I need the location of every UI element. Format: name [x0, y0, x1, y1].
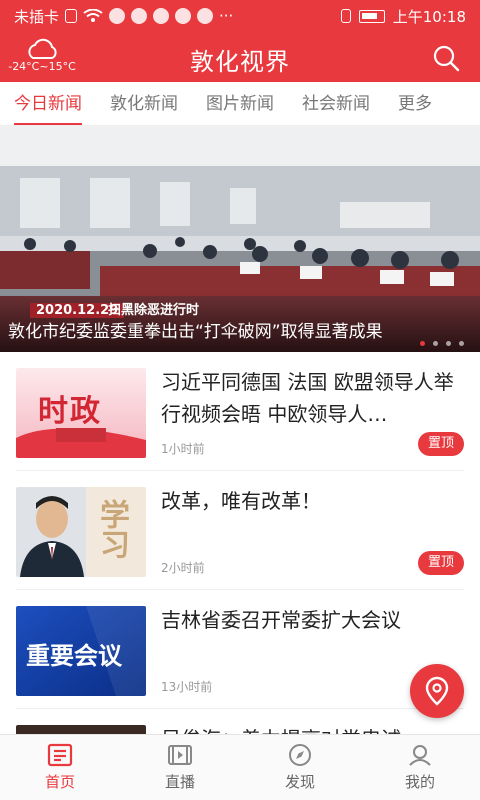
nav-live-label: 直播	[164, 773, 195, 791]
tab-photo-news[interactable]: 图片新闻	[192, 82, 288, 125]
news-item[interactable]: 时政 习近平同德国 法国 欧盟领导人举行视频会晤 中欧领导人… 1小时前 置顶	[16, 352, 464, 471]
news-thumbnail	[16, 725, 146, 734]
thumbnail-label: 时政	[38, 394, 102, 429]
nav-home[interactable]: 首页	[0, 735, 120, 800]
carousel-dot[interactable]	[459, 341, 464, 346]
tab-dunhua-news[interactable]: 敦化新闻	[96, 82, 192, 125]
status-left: 未插卡 ···	[14, 6, 233, 27]
vibrate-icon	[340, 9, 351, 23]
compass-icon	[289, 744, 311, 766]
nav-discover-label: 发现	[284, 773, 315, 791]
nav-profile[interactable]: 我的	[360, 735, 480, 800]
news-item[interactable]: 重要会议 吉林省委召开常委扩大会议 13小时前	[16, 590, 464, 709]
more-notifications-icon: ···	[219, 7, 234, 25]
app-notification-icon	[131, 8, 148, 24]
news-time: 1小时前	[161, 442, 205, 456]
live-icon	[168, 745, 192, 765]
app-notification-icon	[153, 8, 170, 24]
news-thumbnail: 学习	[16, 487, 146, 577]
tab-social-news[interactable]: 社会新闻	[288, 82, 384, 125]
news-time: 2小时前	[161, 561, 205, 575]
banner-subtitle: 扫黑除恶进行时	[108, 303, 200, 318]
carrier-text: 未插卡	[14, 7, 60, 26]
tab-today-news[interactable]: 今日新闻	[0, 82, 96, 125]
pinned-badge: 置顶	[418, 432, 464, 456]
news-time: 13小时前	[161, 680, 213, 694]
search-icon	[433, 45, 460, 72]
profile-icon	[409, 745, 431, 766]
news-thumbnail: 重要会议	[16, 606, 146, 696]
nav-profile-label: 我的	[404, 773, 435, 791]
nav-home-label: 首页	[44, 773, 75, 791]
thumbnail-label: 重要会议	[26, 642, 122, 670]
carousel-dot[interactable]	[420, 341, 425, 346]
clock: 上午10:18	[392, 7, 466, 26]
carousel-dot[interactable]	[446, 341, 451, 346]
news-item[interactable]: 学习 改革，唯有改革！ 2小时前 置顶	[16, 471, 464, 590]
location-pin-icon	[425, 676, 449, 706]
tab-more[interactable]: 更多	[384, 82, 446, 125]
nav-live[interactable]: 直播	[120, 735, 240, 800]
news-thumbnail: 时政	[16, 368, 146, 458]
category-tabs: 今日新闻 敦化新闻 图片新闻 社会新闻 更多	[0, 82, 480, 126]
status-right: 上午10:18	[340, 6, 466, 27]
news-list: 时政 习近平同德国 法国 欧盟领导人举行视频会晤 中欧领导人… 1小时前 置顶 …	[0, 352, 480, 734]
home-icon	[47, 743, 73, 767]
wifi-icon	[83, 9, 103, 22]
app-notification-icon	[175, 8, 192, 24]
location-button[interactable]	[410, 664, 464, 718]
thumbnail-label: 学习	[94, 499, 129, 559]
app-notification-icon	[109, 8, 126, 24]
news-item[interactable]: 吴俊海：着力提高对党忠诚	[16, 709, 464, 734]
nav-discover[interactable]: 发现	[240, 735, 360, 800]
bottom-navigation: 首页 直播 发现 我的	[0, 734, 480, 800]
news-title: 吉林省委召开常委扩大会议	[161, 608, 401, 632]
app-header: -24°C~15°C 敦化视界	[0, 32, 480, 82]
carousel-indicator	[420, 341, 464, 346]
sim-icon	[65, 9, 78, 23]
news-title: 吴俊海：着力提高对党忠诚	[161, 723, 461, 734]
search-button[interactable]	[432, 44, 460, 72]
carousel-dot[interactable]	[433, 341, 438, 346]
news-title: 改革，唯有改革！	[161, 489, 321, 513]
status-bar: 未插卡 ··· 上午10:18	[0, 0, 480, 32]
app-title: 敦化视界	[190, 48, 290, 76]
battery-icon	[358, 9, 385, 23]
news-title: 习近平同德国 法国 欧盟领导人举行视频会晤 中欧领导人…	[161, 370, 454, 426]
banner-title: 敦化市纪委监委重拳出击“打伞破网”取得显著成果	[8, 322, 383, 342]
pinned-badge: 置顶	[418, 551, 464, 575]
banner-carousel[interactable]: 2020.12.29 扫黑除恶进行时 敦化市纪委监委重拳出击“打伞破网”取得显著…	[0, 126, 480, 352]
app-notification-icon	[197, 8, 214, 24]
